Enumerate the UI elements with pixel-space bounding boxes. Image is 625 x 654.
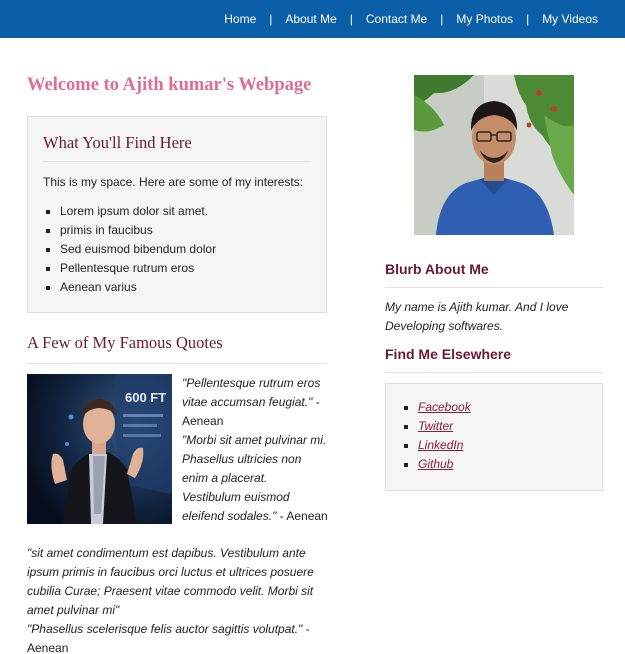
linkedin-link[interactable]: LinkedIn [418, 438, 463, 452]
list-item: primis in faucibus [60, 223, 216, 242]
list-item: Twitter [418, 419, 471, 438]
quote-text: "Pellentesque rutrum eros vitae accumsan… [182, 376, 321, 409]
nav-separator: | [269, 12, 273, 26]
blurb-text: My name is Ajith kumar. And I love Devel… [385, 300, 569, 333]
backdrop-text: 600 FT [125, 390, 166, 405]
top-navigation-bar: Home | About Me | Contact Me | My Photos… [0, 0, 625, 38]
github-link[interactable]: Github [418, 457, 453, 471]
elsewhere-heading: Find Me Elsewhere [385, 346, 512, 362]
profile-photo-illustration [414, 75, 574, 235]
nav-about-link[interactable]: About Me [285, 12, 336, 26]
social-links-list: Facebook Twitter LinkedIn Github [418, 400, 471, 476]
quotes-full-width: "sit amet condimentum est dapibus. Vesti… [27, 544, 327, 654]
divider [43, 161, 311, 162]
list-item: Sed euismod bibendum dolor [60, 242, 216, 261]
nav-videos-link[interactable]: My Videos [542, 12, 598, 26]
divider [385, 372, 603, 373]
nav-separator: | [526, 12, 530, 26]
facebook-link[interactable]: Facebook [418, 400, 471, 414]
nav-home-link[interactable]: Home [224, 12, 256, 26]
quote-author: - Aenean [279, 509, 328, 523]
quote-text: "sit amet condimentum est dapibus. Vesti… [27, 546, 314, 617]
list-item: Aenean varius [60, 280, 216, 299]
divider [385, 287, 603, 288]
profile-photo [414, 75, 574, 235]
list-item: Lorem ipsum dolor sit amet. [60, 204, 216, 223]
list-item: Github [418, 457, 471, 476]
social-links-panel: Facebook Twitter LinkedIn Github [385, 383, 603, 491]
speaker-photo-illustration: 600 FT [27, 374, 172, 524]
page-title: Welcome to Ajith kumar's Webpage [27, 75, 312, 95]
interests-panel: What You'll Find Here This is my space. … [27, 116, 327, 313]
list-item: Pellentesque rutrum eros [60, 261, 216, 280]
nav-separator: | [440, 12, 444, 26]
interests-intro: This is my space. Here are some of my in… [43, 175, 304, 189]
blurb-heading: Blurb About Me [385, 261, 489, 277]
nav-separator: | [349, 12, 353, 26]
twitter-link[interactable]: Twitter [418, 419, 453, 433]
interests-heading: What You'll Find Here [43, 133, 192, 152]
list-item: LinkedIn [418, 438, 471, 457]
nav-contact-link[interactable]: Contact Me [366, 12, 427, 26]
list-item: Facebook [418, 400, 471, 419]
quote-text: "Phasellus scelerisque felis auctor sagi… [27, 622, 303, 636]
divider [27, 363, 327, 364]
interests-list: Lorem ipsum dolor sit amet. primis in fa… [60, 204, 216, 299]
main-nav: Home | About Me | Contact Me | My Photos… [224, 12, 598, 26]
nav-photos-link[interactable]: My Photos [456, 12, 513, 26]
quotes-side-column: "Pellentesque rutrum eros vitae accumsan… [182, 374, 328, 526]
quote-photo: 600 FT [27, 374, 172, 524]
quotes-heading: A Few of My Famous Quotes [27, 333, 223, 352]
